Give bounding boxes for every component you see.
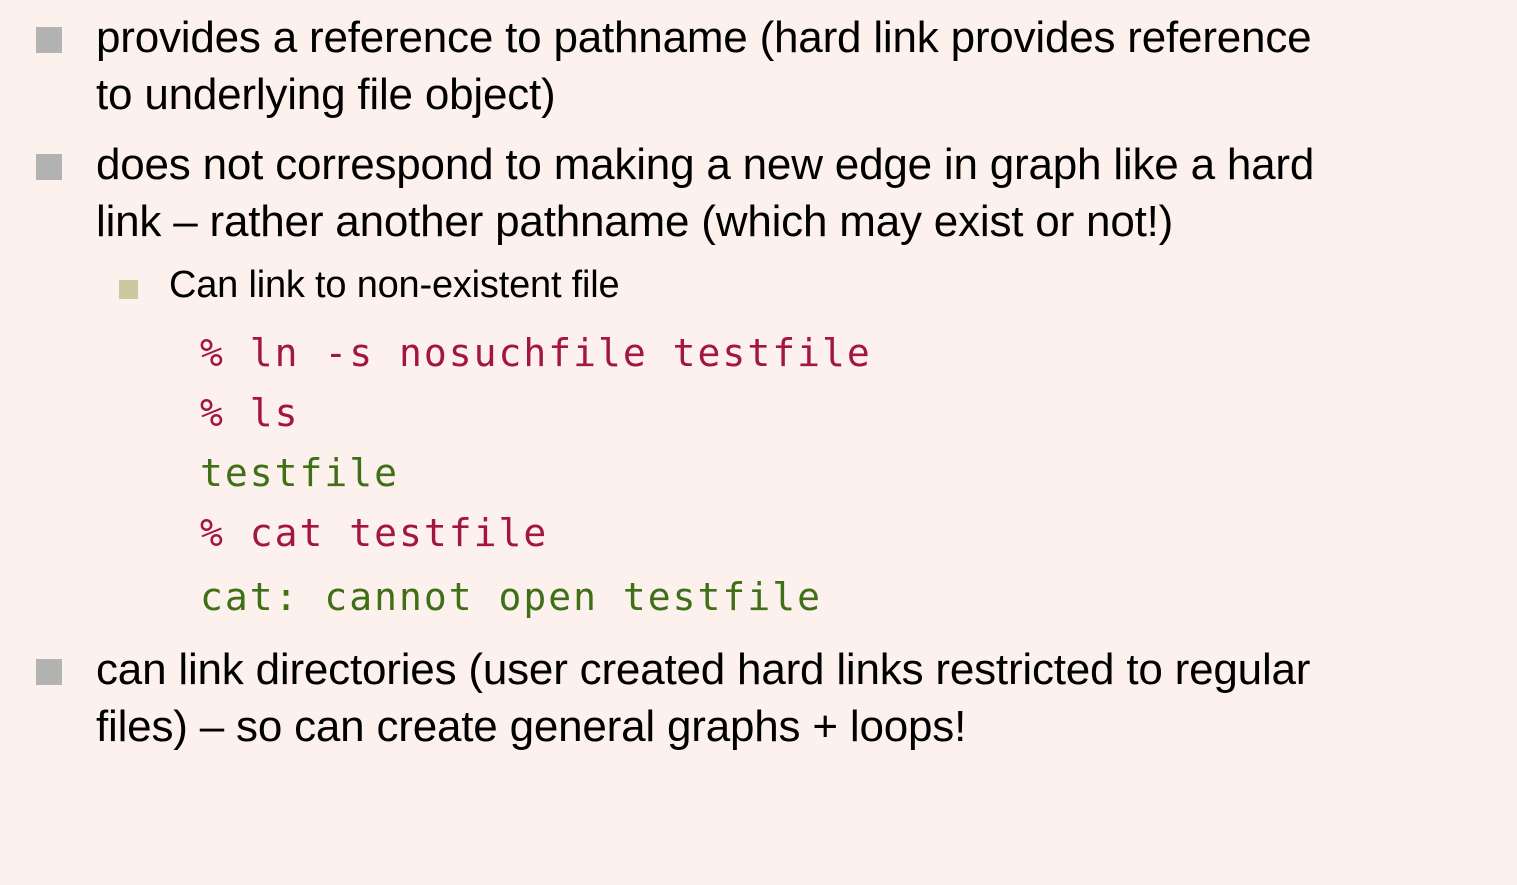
bullet-text-line: can link directories (user created hard … [96,645,1311,694]
bullet-text-2: does not correspond to making a new edge… [96,136,1496,250]
bullet-text-3: can link directories (user created hard … [96,641,1496,755]
code-command-line: % ln -s nosuchfile testfile [200,331,872,375]
square-bullet-icon [36,27,62,53]
bullet-text-line: files) – so can create general graphs + … [96,702,967,751]
code-command-line: % cat testfile [200,511,549,555]
square-bullet-icon [36,659,62,685]
code-output-line: testfile [200,451,400,495]
bullet-text-1: provides a reference to pathname (hard l… [96,9,1496,123]
bullet-text-line: does not correspond to making a new edge… [96,140,1315,189]
small-square-bullet-icon [119,280,138,299]
code-command-line: % ls [200,391,300,435]
code-output-line: cat: cannot open testfile [200,575,822,619]
sub-bullet-text: Can link to non-existent file [169,264,620,306]
bullet-text-line: provides a reference to pathname (hard l… [96,13,1312,62]
square-bullet-icon [36,154,62,180]
bullet-text-line: to underlying file object) [96,70,556,119]
bullet-text-line: link – rather another pathname (which ma… [96,197,1174,246]
